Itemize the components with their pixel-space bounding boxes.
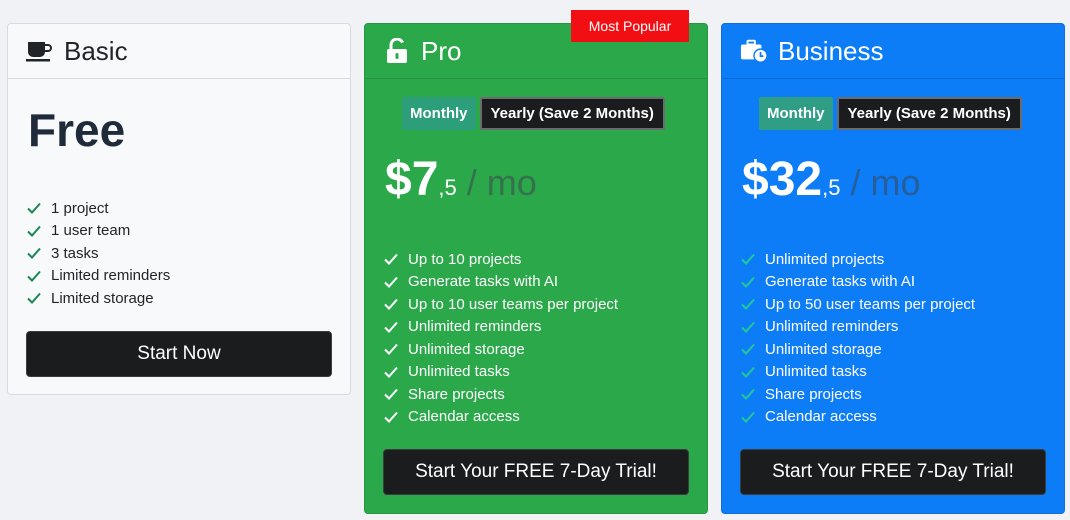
pro-plan-card: Pro Monthly Yearly (Save 2 Months) $7,5 /… bbox=[364, 23, 708, 514]
basic-plan-header: Basic bbox=[8, 24, 350, 79]
feature-label: Unlimited storage bbox=[765, 340, 882, 358]
feature-item: Unlimited reminders bbox=[740, 316, 975, 339]
feature-label: Generate tasks with AI bbox=[765, 273, 916, 291]
business-price-amount: $32 bbox=[742, 153, 823, 206]
start-now-button[interactable]: Start Now bbox=[26, 331, 332, 377]
feature-item: Limited reminders bbox=[26, 265, 170, 288]
check-icon bbox=[383, 319, 399, 335]
feature-label: 1 user team bbox=[51, 222, 131, 240]
check-icon bbox=[26, 245, 42, 261]
check-icon bbox=[383, 386, 399, 402]
feature-label: Limited storage bbox=[51, 289, 154, 307]
feature-label: Up to 50 user teams per project bbox=[765, 295, 976, 313]
feature-item: Up to 10 user teams per project bbox=[383, 293, 618, 316]
check-icon bbox=[740, 341, 756, 357]
check-icon bbox=[383, 409, 399, 425]
check-icon bbox=[26, 223, 42, 239]
feature-label: Generate tasks with AI bbox=[408, 273, 559, 291]
feature-label: Unlimited reminders bbox=[408, 318, 542, 336]
check-icon bbox=[740, 386, 756, 402]
basic-plan-title: Basic bbox=[64, 35, 128, 66]
feature-item: Unlimited tasks bbox=[383, 361, 618, 384]
feature-label: Calendar access bbox=[408, 408, 520, 426]
check-icon bbox=[383, 341, 399, 357]
basic-price-label: Free bbox=[28, 104, 126, 156]
pro-plan-title: Pro bbox=[421, 35, 462, 66]
feature-item: Calendar access bbox=[740, 406, 975, 429]
business-price-period: / mo bbox=[850, 162, 921, 203]
check-icon bbox=[740, 296, 756, 312]
business-price: $32,5 / mo bbox=[742, 152, 920, 207]
business-monthly-option[interactable]: Monthly bbox=[759, 97, 833, 130]
unlock-icon bbox=[383, 37, 411, 65]
feature-item: 1 project bbox=[26, 197, 170, 220]
feature-item: Generate tasks with AI bbox=[740, 271, 975, 294]
pro-monthly-option[interactable]: Monthly bbox=[402, 97, 476, 130]
pro-price-period: / mo bbox=[466, 162, 537, 203]
feature-item: 1 user team bbox=[26, 220, 170, 243]
feature-label: Calendar access bbox=[765, 408, 877, 426]
check-icon bbox=[740, 274, 756, 290]
feature-item: Unlimited tasks bbox=[740, 361, 975, 384]
feature-label: Up to 10 user teams per project bbox=[408, 295, 619, 313]
feature-item: Unlimited storage bbox=[740, 338, 975, 361]
check-icon bbox=[740, 319, 756, 335]
feature-label: Unlimited tasks bbox=[408, 363, 510, 381]
feature-item: Unlimited projects bbox=[740, 248, 975, 271]
check-icon bbox=[740, 364, 756, 380]
basic-plan-card: Basic Free 1 project 1 user team 3 tasks… bbox=[7, 23, 351, 395]
pro-price-cents: ,5 bbox=[438, 175, 457, 200]
business-price-cents: ,5 bbox=[822, 175, 841, 200]
feature-label: 1 project bbox=[51, 199, 109, 217]
pro-yearly-option[interactable]: Yearly (Save 2 Months) bbox=[479, 97, 665, 130]
feature-label: Unlimited reminders bbox=[765, 318, 899, 336]
feature-item: Generate tasks with AI bbox=[383, 271, 618, 294]
feature-label: Limited reminders bbox=[51, 267, 171, 285]
feature-label: Unlimited projects bbox=[765, 250, 885, 268]
check-icon bbox=[26, 200, 42, 216]
feature-item: Unlimited reminders bbox=[383, 316, 618, 339]
feature-label: Share projects bbox=[408, 385, 505, 403]
pro-billing-toggle: Monthly Yearly (Save 2 Months) bbox=[402, 97, 665, 130]
business-yearly-option[interactable]: Yearly (Save 2 Months) bbox=[836, 97, 1022, 130]
pro-price-amount: $7 bbox=[385, 153, 439, 206]
pro-feature-list: Up to 10 projects Generate tasks with AI… bbox=[383, 248, 618, 428]
check-icon bbox=[383, 251, 399, 267]
check-icon bbox=[383, 274, 399, 290]
feature-label: Up to 10 projects bbox=[408, 250, 522, 268]
feature-label: Unlimited tasks bbox=[765, 363, 867, 381]
feature-item: Share projects bbox=[383, 383, 618, 406]
business-billing-toggle: Monthly Yearly (Save 2 Months) bbox=[759, 97, 1022, 130]
feature-label: Share projects bbox=[765, 385, 862, 403]
feature-item: Share projects bbox=[740, 383, 975, 406]
pro-price: $7,5 / mo bbox=[385, 152, 537, 207]
business-plan-title: Business bbox=[778, 35, 884, 66]
check-icon bbox=[383, 296, 399, 312]
check-icon bbox=[26, 290, 42, 306]
coffee-cup-icon bbox=[26, 37, 54, 65]
check-icon bbox=[383, 364, 399, 380]
feature-item: Unlimited storage bbox=[383, 338, 618, 361]
feature-item: Calendar access bbox=[383, 406, 618, 429]
briefcase-clock-icon bbox=[740, 37, 768, 65]
check-icon bbox=[26, 268, 42, 284]
feature-item: Limited storage bbox=[26, 287, 170, 310]
business-feature-list: Unlimited projects Generate tasks with A… bbox=[740, 248, 975, 428]
check-icon bbox=[740, 251, 756, 267]
most-popular-badge: Most Popular bbox=[571, 10, 689, 42]
check-icon bbox=[740, 409, 756, 425]
business-plan-header: Business bbox=[722, 24, 1064, 79]
feature-label: 3 tasks bbox=[51, 244, 99, 262]
feature-label: Unlimited storage bbox=[408, 340, 525, 358]
feature-item: Up to 50 user teams per project bbox=[740, 293, 975, 316]
feature-item: Up to 10 projects bbox=[383, 248, 618, 271]
feature-item: 3 tasks bbox=[26, 242, 170, 265]
pro-start-trial-button[interactable]: Start Your FREE 7-Day Trial! bbox=[383, 449, 689, 495]
business-plan-card: Business Monthly Yearly (Save 2 Months) … bbox=[721, 23, 1065, 514]
basic-feature-list: 1 project 1 user team 3 tasks Limited re… bbox=[26, 197, 170, 310]
business-start-trial-button[interactable]: Start Your FREE 7-Day Trial! bbox=[740, 449, 1046, 495]
